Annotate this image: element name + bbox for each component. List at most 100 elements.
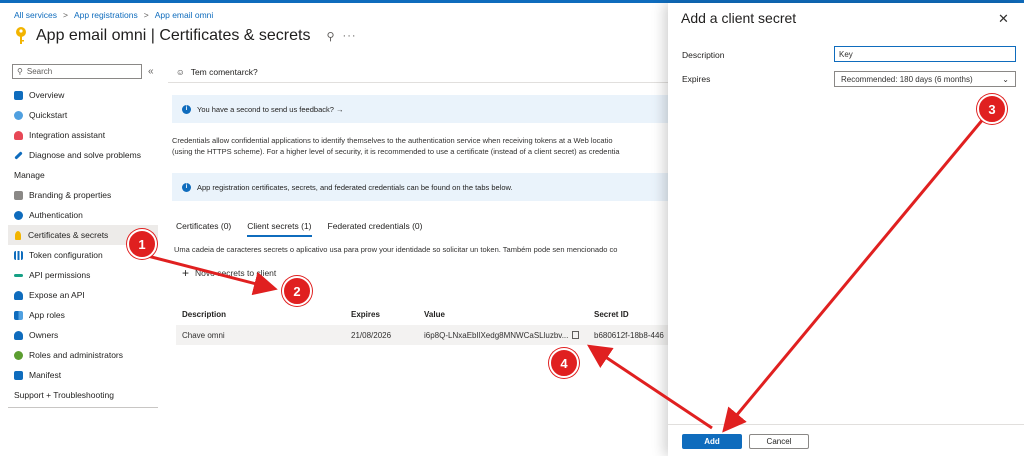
- sidebar-item-expose-api[interactable]: Expose an API: [8, 285, 160, 305]
- permissions-icon: [14, 273, 23, 277]
- info-icon: i: [182, 104, 191, 114]
- feedback-toolbar[interactable]: ☺ Tem comentarck?: [168, 62, 668, 82]
- cell-value: i6p8Q-LNxaEbIlXedg8MNWCaSLluzbv...: [424, 331, 594, 340]
- more-options-icon[interactable]: ···: [343, 30, 357, 42]
- grid-icon: [14, 90, 23, 100]
- sidebar-item-owners[interactable]: Owners: [8, 325, 160, 345]
- panel-footer-divider: [668, 424, 1024, 425]
- sidebar-item-diagnose[interactable]: Diagnose and solve problems: [8, 145, 160, 165]
- sidebar-item-roles-administrators[interactable]: Roles and administrators: [8, 345, 160, 365]
- sidebar-item-app-roles[interactable]: App roles: [8, 305, 160, 325]
- auth-icon: [14, 210, 23, 220]
- sidebar-item-label: Diagnose and solve problems: [29, 150, 141, 160]
- branding-icon: [14, 190, 23, 200]
- toolbar-divider: [168, 82, 668, 83]
- sidebar-divider: [8, 407, 158, 408]
- search-icon: ⚲: [17, 67, 23, 76]
- pin-icon[interactable]: ⚲: [326, 30, 334, 43]
- sidebar-item-label: Certificates & secrets: [28, 230, 109, 240]
- token-icon: [14, 250, 23, 260]
- sidebar-item-manifest[interactable]: Manifest: [8, 365, 160, 385]
- expires-select[interactable]: Recommended: 180 days (6 months) ⌄: [834, 71, 1016, 87]
- sidebar-item-label: Token configuration: [29, 250, 103, 260]
- expires-selected-value: Recommended: 180 days (6 months): [841, 74, 973, 84]
- copy-icon[interactable]: [572, 331, 580, 339]
- sidebar-section-support[interactable]: Support + Troubleshooting: [8, 385, 160, 405]
- sidebar-item-label: Manifest: [29, 370, 62, 380]
- add-client-secret-panel: Add a client secret ✕ Description Key Ex…: [668, 3, 1024, 456]
- sidebar-item-label: App roles: [29, 310, 65, 320]
- description-value: Key: [839, 49, 853, 59]
- add-button[interactable]: Add: [682, 434, 742, 449]
- cloud-icon: [14, 110, 23, 120]
- tab-certificates[interactable]: Certificates (0): [176, 221, 231, 237]
- sidebar-item-api-permissions[interactable]: API permissions: [8, 265, 160, 285]
- sidebar-item-label: Authentication: [29, 210, 83, 220]
- credential-tabs: Certificates (0) Client secrets (1) Fede…: [176, 221, 668, 237]
- key-icon: [16, 27, 26, 44]
- secrets-table: Description Expires Value Secret ID Chav…: [176, 305, 668, 345]
- column-header-secret-id: Secret ID: [594, 309, 629, 319]
- tab-client-secrets[interactable]: Client secrets (1): [247, 221, 312, 237]
- feedback-link[interactable]: Tem comentarck?: [191, 67, 258, 77]
- sidebar-search-input[interactable]: ⚲ Search: [12, 64, 142, 79]
- annotation-badge-1: 1: [127, 229, 157, 259]
- page-description-line: Credentials allow confidential applicati…: [172, 136, 613, 145]
- sidebar-item-overview[interactable]: Overview: [8, 85, 160, 105]
- sidebar-item-label: Expose an API: [29, 290, 85, 300]
- page-description: Credentials allow confidential applicati…: [172, 135, 668, 157]
- annotation-badge-3: 3: [977, 94, 1007, 124]
- manifest-icon: [14, 370, 23, 380]
- sidebar-item-label: Integration assistant: [29, 130, 106, 140]
- cell-expires: 21/08/2026: [351, 330, 392, 340]
- cell-secret-id: b680612f-18b8-446: [594, 330, 664, 340]
- breadcrumb-all-services[interactable]: All services: [14, 10, 57, 20]
- info-icon: i: [182, 182, 191, 192]
- close-icon[interactable]: ✕: [998, 11, 1009, 27]
- column-header-expires: Expires: [351, 309, 380, 319]
- sidebar-item-label: Owners: [29, 330, 59, 340]
- tab-description: Uma cadeia de caracteres secrets o aplic…: [174, 245, 618, 254]
- tab-federated-credentials[interactable]: Federated credentials (0): [328, 221, 423, 237]
- sidebar-item-label: Roles and administrators: [29, 350, 124, 360]
- sidebar-item-label: Quickstart: [29, 110, 68, 120]
- cancel-button[interactable]: Cancel: [749, 434, 809, 449]
- new-client-secret-label: Novo secrets to client: [195, 268, 277, 278]
- search-placeholder: Search: [26, 67, 53, 76]
- wrench-icon: [14, 150, 23, 160]
- feedback-banner[interactable]: i You have a second to send us feedback?…: [172, 95, 668, 123]
- chevron-down-icon: ⌄: [1002, 74, 1009, 84]
- owners-icon: [14, 330, 23, 340]
- sidebar-section-manage: Manage: [14, 170, 45, 180]
- annotation-badge-4: 4: [549, 348, 579, 378]
- breadcrumb-app-email-omni[interactable]: App email omni: [155, 10, 214, 20]
- sidebar-item-label: Branding & properties: [29, 190, 112, 200]
- breadcrumb: All services > App registrations > App e…: [14, 10, 213, 20]
- plus-icon: +: [182, 266, 190, 280]
- table-header: Description Expires Value Secret ID: [176, 305, 668, 323]
- rocket-icon: [14, 130, 23, 140]
- sidebar-item-branding[interactable]: Branding & properties: [8, 185, 160, 205]
- collapse-sidebar-icon[interactable]: «: [148, 66, 154, 77]
- feedback-icon: ☺: [176, 67, 185, 77]
- column-header-value: Value: [424, 309, 445, 319]
- breadcrumb-separator: >: [143, 10, 149, 20]
- new-client-secret-button[interactable]: + Novo secrets to client: [182, 266, 668, 280]
- page-header: App email omni | Certificates & secrets …: [14, 26, 357, 46]
- sidebar-item-integration-assistant[interactable]: Integration assistant: [8, 125, 160, 145]
- sidebar-item-authentication[interactable]: Authentication: [8, 205, 160, 225]
- description-field[interactable]: Key: [834, 46, 1016, 62]
- breadcrumb-separator: >: [62, 10, 68, 20]
- page-description-line: (using the HTTPS scheme). For a higher l…: [172, 147, 620, 156]
- sidebar-item-quickstart[interactable]: Quickstart: [8, 105, 160, 125]
- key-icon: [15, 230, 21, 240]
- sidebar-item-label: API permissions: [29, 270, 91, 280]
- table-row[interactable]: Chave omni 21/08/2026 i6p8Q-LNxaEbIlXedg…: [176, 325, 668, 345]
- annotation-badge-2: 2: [282, 276, 312, 306]
- breadcrumb-app-registrations[interactable]: App registrations: [74, 10, 138, 20]
- description-label: Description: [682, 50, 725, 60]
- sidebar-item-label: Overview: [29, 90, 65, 100]
- roles-icon: [14, 350, 23, 360]
- panel-title: Add a client secret: [681, 10, 797, 26]
- expires-label: Expires: [682, 74, 711, 84]
